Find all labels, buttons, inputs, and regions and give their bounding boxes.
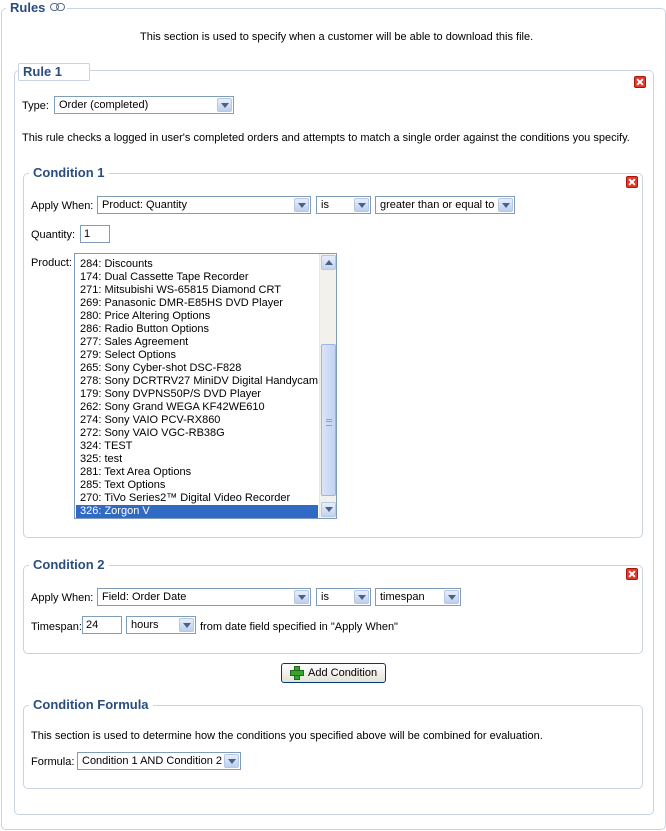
timespan-unit-select[interactable]: hours [126,616,196,634]
formula-label: Formula: [31,756,75,768]
product-option[interactable]: 280: Price Altering Options [76,310,318,323]
formula-description: This section is used to determine how th… [31,730,543,742]
chevron-down-icon [294,590,309,604]
product-option[interactable]: 174: Dual Cassette Tape Recorder [76,271,318,284]
chevron-down-icon [294,198,309,212]
add-condition-button[interactable]: Add Condition [281,663,386,683]
scroll-down-icon[interactable] [321,502,336,517]
condition-1-comparison-value: greater than or equal to [380,199,495,211]
add-condition-label: Add Condition [308,667,378,679]
delete-rule-icon[interactable] [634,76,646,88]
condition-1-operator-value: is [321,199,329,211]
product-option[interactable]: 269: Panasonic DMR-E85HS DVD Player [76,297,318,310]
delete-condition-2-icon[interactable] [626,568,638,580]
rule-1-legend: Rule 1 [18,63,91,81]
condition-1-apply-when-label: Apply When: [31,200,94,212]
grip-icon [326,419,332,426]
product-option[interactable]: 284: Discounts [76,258,318,271]
chevron-down-icon [224,754,239,768]
product-option[interactable]: 279: Select Options [76,349,318,362]
quantity-input[interactable]: 1 [80,225,110,243]
timespan-suffix: from date field specified in "Apply When… [200,621,398,633]
timespan-label: Timespan: [31,621,82,633]
chevron-down-icon [444,590,459,604]
link-icon[interactable] [50,3,65,11]
product-option[interactable]: 271: Mitsubishi WS-65815 Diamond CRT [76,284,318,297]
rules-legend: Rules [6,0,68,16]
condition-2-comparison-select[interactable]: timespan [375,588,461,606]
condition-2-apply-when-label: Apply When: [31,592,94,604]
product-option[interactable]: 325: test [76,453,318,466]
rules-description: This section is used to specify when a c… [140,31,534,43]
product-option[interactable]: 262: Sony Grand WEGA KF42WE610 [76,401,318,414]
formula-value: Condition 1 AND Condition 2 [82,755,223,767]
condition-1-apply-when-value: Product: Quantity [102,199,187,211]
plus-icon [290,666,304,680]
condition-1-operator-select[interactable]: is [316,196,371,214]
scroll-up-icon[interactable] [321,255,336,270]
product-option[interactable]: 281: Text Area Options [76,466,318,479]
rules-legend-text: Rules [10,0,46,15]
product-label: Product: [31,257,72,269]
product-scrollbar[interactable] [319,254,336,518]
product-option[interactable]: 285: Text Options [76,479,318,492]
condition-2-fieldset [23,565,643,654]
chevron-down-icon [354,590,369,604]
product-option[interactable]: 278: Sony DCRTRV27 MiniDV Digital Handyc… [76,375,318,388]
formula-legend: Condition Formula [29,697,153,713]
product-option[interactable]: 286: Radio Button Options [76,323,318,336]
product-option[interactable]: 326: Zorgon V [76,505,318,518]
condition-1-legend: Condition 1 [29,165,109,181]
condition-2-apply-when-value: Field: Order Date [102,591,187,603]
product-option[interactable]: 179: Sony DVPNS50P/S DVD Player [76,388,318,401]
chevron-down-icon [498,198,513,212]
rule-type-select[interactable]: Order (completed) [54,96,234,114]
condition-2-legend: Condition 2 [29,557,109,573]
condition-2-operator-value: is [321,591,329,603]
formula-fieldset [23,705,643,789]
timespan-input[interactable]: 24 [82,616,122,634]
product-listbox[interactable]: 284: Discounts 174: Dual Cassette Tape Re… [74,253,337,519]
product-option[interactable]: 272: Sony VAIO VGC-RB38G [76,427,318,440]
product-option[interactable]: 274: Sony VAIO PCV-RX860 [76,414,318,427]
condition-2-comparison-value: timespan [380,591,425,603]
product-option[interactable]: 324: TEST [76,440,318,453]
product-option[interactable]: 265: Sony Cyber-shot DSC-F828 [76,362,318,375]
rule-type-value: Order (completed) [59,99,149,111]
product-option[interactable]: 277: Sales Agreement [76,336,318,349]
scroll-thumb[interactable] [321,344,336,496]
delete-condition-1-icon[interactable] [626,176,638,188]
product-items: 284: Discounts 174: Dual Cassette Tape Re… [76,258,318,518]
chevron-down-icon [354,198,369,212]
condition-2-operator-select[interactable]: is [316,588,371,606]
rule-description: This rule checks a logged in user's comp… [22,132,630,144]
chevron-down-icon [179,618,194,632]
condition-1-comparison-select[interactable]: greater than or equal to [375,196,515,214]
timespan-unit-value: hours [131,619,159,631]
product-option[interactable]: 270: TiVo Series2™ Digital Video Recorde… [76,492,318,505]
quantity-label: Quantity: [31,229,76,241]
chevron-down-icon [217,98,232,112]
condition-1-apply-when-select[interactable]: Product: Quantity [97,196,311,214]
condition-2-apply-when-select[interactable]: Field: Order Date [97,588,311,606]
formula-select[interactable]: Condition 1 AND Condition 2 [77,752,241,770]
type-label: Type: [22,100,49,112]
